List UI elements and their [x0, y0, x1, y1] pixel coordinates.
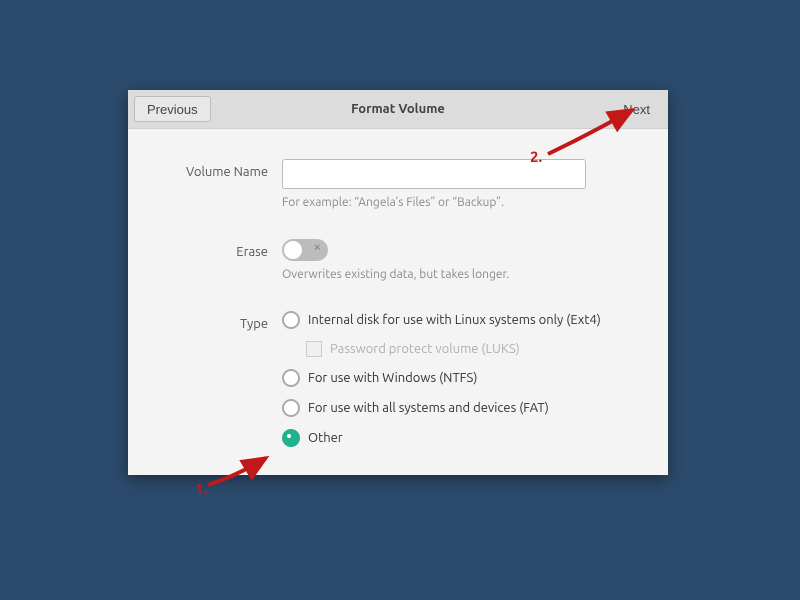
radio-label: For use with all systems and devices (FA…	[308, 401, 549, 415]
type-option-ntfs[interactable]: For use with Windows (NTFS)	[282, 369, 638, 387]
radio-label: Other	[308, 431, 343, 445]
row-type: Type Internal disk for use with Linux sy…	[158, 311, 638, 447]
type-label: Type	[158, 311, 282, 331]
type-option-fat[interactable]: For use with all systems and devices (FA…	[282, 399, 638, 417]
checkbox-icon	[306, 341, 322, 357]
erase-hint: Overwrites existing data, but takes long…	[282, 268, 638, 281]
toggle-knob	[284, 241, 302, 259]
radio-label: Internal disk for use with Linux systems…	[308, 313, 601, 327]
row-volume-name: Volume Name For example: “Angela’s Files…	[158, 159, 638, 209]
type-option-other[interactable]: Other	[282, 429, 638, 447]
annotation-label-1: 1.	[195, 480, 207, 497]
erase-label: Erase	[158, 239, 282, 259]
annotation-label-2: 2.	[530, 148, 542, 165]
next-button[interactable]: Next	[613, 96, 660, 122]
previous-button[interactable]: Previous	[134, 96, 211, 122]
radio-label: For use with Windows (NTFS)	[308, 371, 477, 385]
toggle-off-icon: ×	[314, 240, 321, 254]
checkbox-label: Password protect volume (LUKS)	[330, 342, 520, 356]
type-radio-group: Internal disk for use with Linux systems…	[282, 311, 638, 447]
radio-icon	[282, 311, 300, 329]
titlebar: Previous Format Volume Next	[128, 90, 668, 129]
volume-name-label: Volume Name	[158, 159, 282, 179]
format-volume-dialog: Previous Format Volume Next Volume Name …	[128, 90, 668, 475]
radio-icon	[282, 429, 300, 447]
dialog-body: Volume Name For example: “Angela’s Files…	[128, 129, 668, 475]
radio-icon	[282, 399, 300, 417]
row-erase: Erase × Overwrites existing data, but ta…	[158, 239, 638, 281]
erase-toggle[interactable]: ×	[282, 239, 328, 261]
type-option-ext4[interactable]: Internal disk for use with Linux systems…	[282, 311, 638, 329]
volume-name-hint: For example: “Angela’s Files” or “Backup…	[282, 196, 638, 209]
type-option-luks: Password protect volume (LUKS)	[306, 341, 638, 357]
radio-icon	[282, 369, 300, 387]
